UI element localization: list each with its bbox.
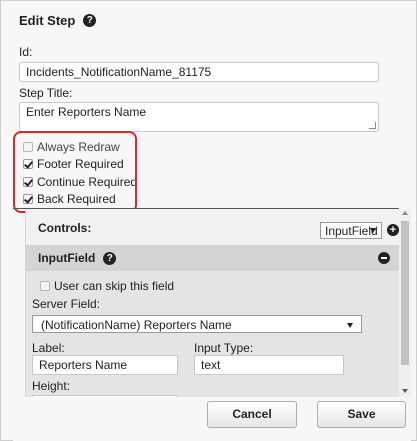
scroll-down-icon[interactable] <box>402 389 408 393</box>
inputfield-panel: InputField ? User can skip this field Se… <box>25 245 399 397</box>
control-type-select[interactable]: InputField <box>320 222 382 239</box>
input-type-input[interactable]: text <box>194 355 344 375</box>
user-can-skip-checkbox[interactable] <box>40 281 50 291</box>
step-title-label: Step Title: <box>19 86 73 100</box>
step-title-value: Enter Reporters Name <box>26 105 147 119</box>
inputfield-title-text: InputField <box>38 251 96 265</box>
options-highlight <box>13 131 137 213</box>
vertical-scrollbar[interactable] <box>399 209 411 397</box>
controls-label: Controls: <box>38 221 92 235</box>
server-field-label: Server Field: <box>32 297 101 311</box>
help-icon[interactable]: ? <box>103 251 117 265</box>
user-can-skip-label: User can skip this field <box>54 279 175 293</box>
scrollbar-thumb[interactable] <box>401 221 409 365</box>
dialog-title-text: Edit Step <box>19 13 76 28</box>
server-field-value: (NotificationName) Reporters Name <box>41 318 232 332</box>
resize-handle[interactable] <box>369 122 376 129</box>
option-user-can-skip[interactable]: User can skip this field <box>40 279 174 293</box>
id-label: Id: <box>19 45 33 59</box>
scroll-up-icon[interactable] <box>402 211 408 215</box>
input-type-label: Input Type: <box>194 341 254 355</box>
inputfield-title: InputField ? <box>38 251 117 265</box>
inputfield-header: InputField ? <box>26 245 399 271</box>
label-input[interactable]: Reporters Name <box>32 355 178 375</box>
chevron-down-icon <box>370 228 376 233</box>
save-button[interactable]: Save <box>317 401 406 428</box>
cancel-button[interactable]: Cancel <box>207 401 297 428</box>
add-control-icon[interactable]: + <box>387 224 399 236</box>
chevron-down-icon <box>347 323 353 328</box>
id-input[interactable]: Incidents_NotificationName_81175 <box>19 62 379 82</box>
collapse-icon[interactable] <box>378 252 390 264</box>
height-label: Height: <box>32 379 71 393</box>
edit-step-dialog: Edit Step ? Id: Incidents_NotificationNa… <box>0 0 417 441</box>
step-title-textarea[interactable]: Enter Reporters Name <box>19 102 379 132</box>
help-icon[interactable]: ? <box>83 14 97 27</box>
label-label: Label: <box>32 341 65 355</box>
server-field-select[interactable]: (NotificationName) Reporters Name <box>32 315 362 333</box>
controls-scroll-panel: Controls: InputField + InputField ? User… <box>13 209 399 397</box>
controls-bar: Controls: InputField + <box>25 209 399 245</box>
dialog-title: Edit Step ? <box>19 13 97 28</box>
dialog-footer: Cancel Save <box>13 397 411 441</box>
